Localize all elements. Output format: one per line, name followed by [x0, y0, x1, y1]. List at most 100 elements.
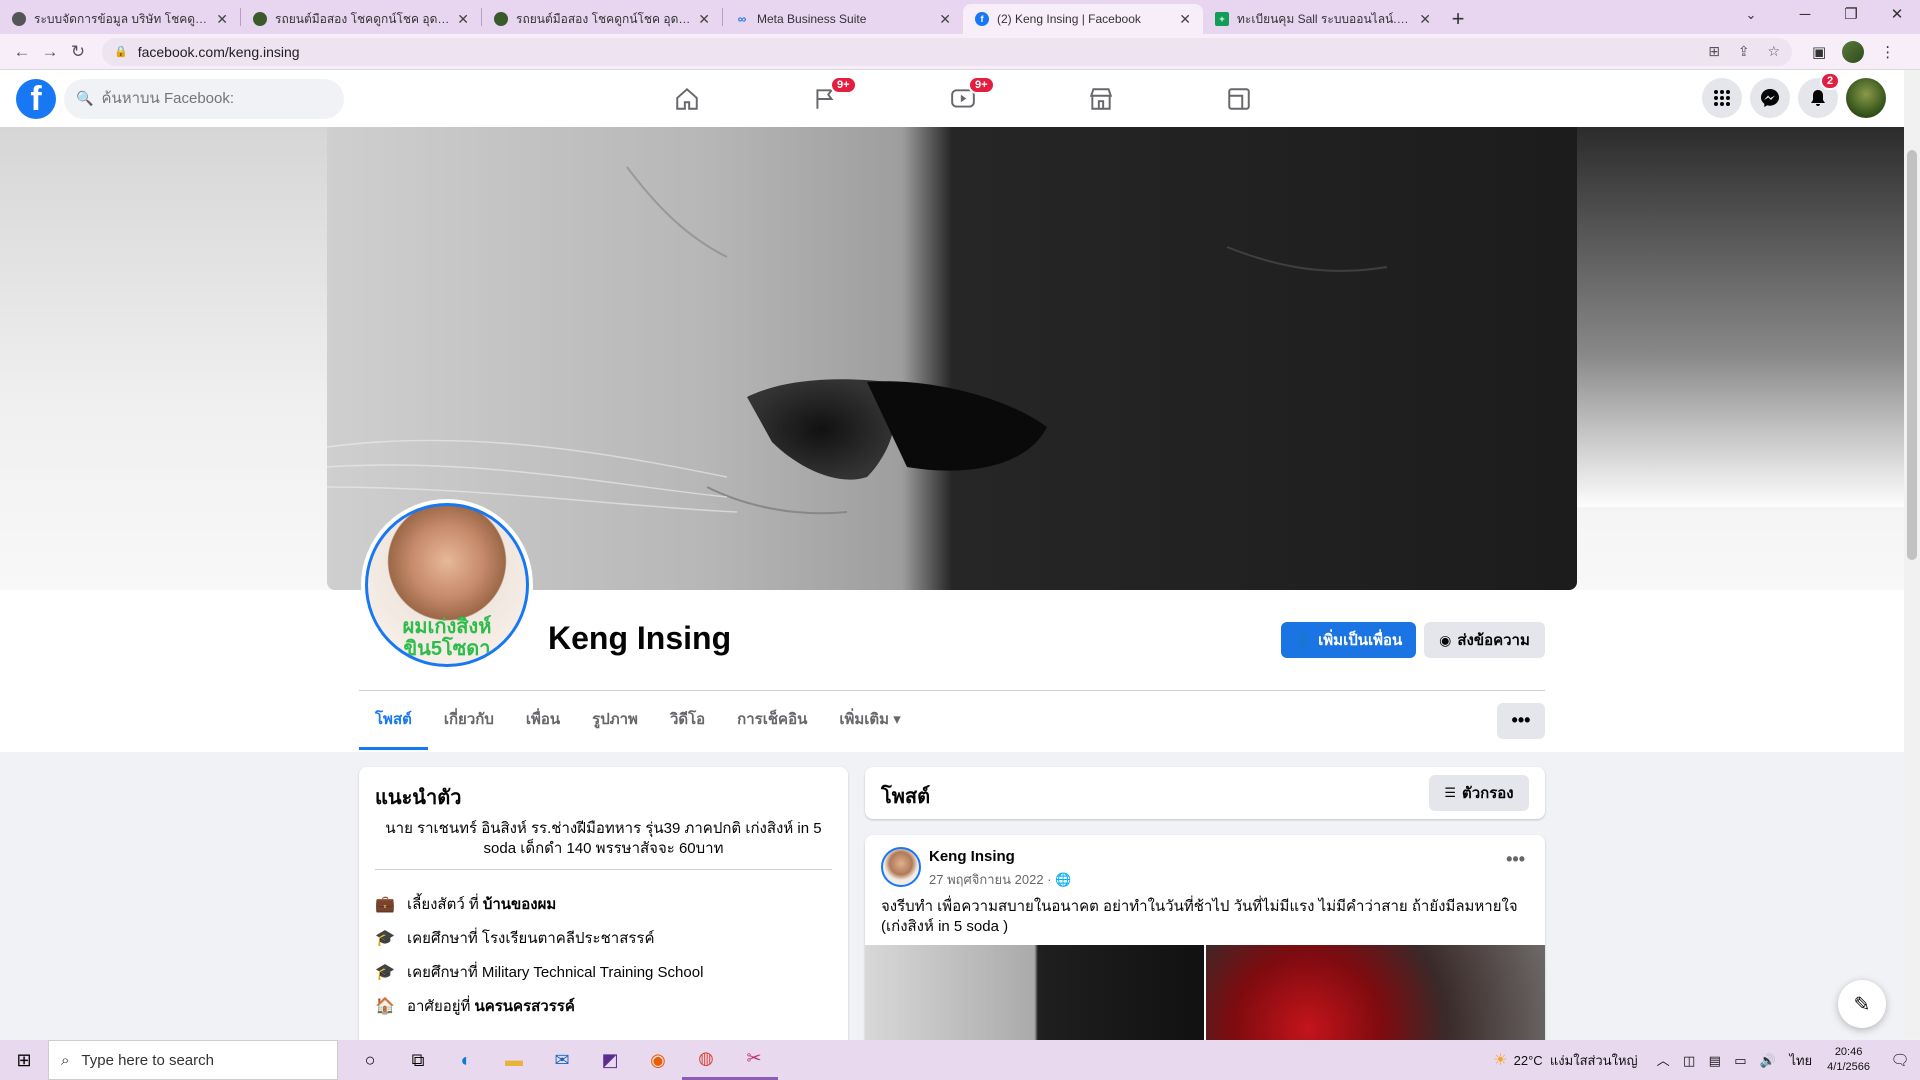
language-indicator[interactable]: ไทย [1789, 1053, 1812, 1068]
browser-menu-icon[interactable]: ⋮ [1880, 43, 1895, 61]
menu-grid-button[interactable] [1702, 78, 1742, 118]
minimize-icon[interactable]: ─ [1782, 0, 1828, 30]
edge-icon[interactable]: ◐ [442, 1040, 490, 1080]
cortana-icon[interactable]: ○ [346, 1040, 394, 1080]
restore-icon[interactable]: ❐ [1828, 0, 1874, 30]
close-icon[interactable]: ✕ [939, 11, 951, 28]
browser-tab[interactable]: ระบบจัดการข้อมูล บริษัท โชคดูกน์โชค ✕ [0, 4, 240, 34]
tab-search-icon[interactable]: ⌄ [1736, 0, 1766, 30]
intro-row: 💼 เลี้ยงสัตว์ ที่ บ้านของผม [375, 892, 556, 916]
profile-picture[interactable]: ผมเก่งสิงห์ ขิน5โซดา [361, 499, 533, 671]
visual-studio-icon[interactable]: ◩ [586, 1040, 634, 1080]
account-avatar[interactable] [1846, 78, 1886, 118]
search-input[interactable] [101, 90, 322, 107]
url-field[interactable]: 🔒 facebook.com/keng.insing ⊞ ⇪ ☆ [102, 37, 1792, 66]
browser-profile-avatar[interactable] [1842, 40, 1865, 63]
post-options-icon[interactable]: ••• [1506, 849, 1525, 870]
facebook-search[interactable]: 🔍 [64, 78, 344, 119]
message-button[interactable]: ◉ ส่งข้อความ [1424, 622, 1545, 658]
scrollbar-thumb[interactable] [1907, 150, 1917, 560]
tab-videos[interactable]: วิดีโอ [654, 692, 721, 750]
browser-tab[interactable]: ∞ Meta Business Suite ✕ [723, 4, 963, 34]
page-scrollbar[interactable] [1904, 70, 1920, 1038]
nav-pages[interactable]: 9+ [756, 70, 894, 127]
lock-icon[interactable]: 🔒 [114, 45, 128, 58]
lion-cover-image [327, 166, 1388, 515]
chrome-icon[interactable]: ◍ [682, 1040, 730, 1080]
system-tray: ☀ 22°C แง่มใสส่วนใหญ่ ︿ ◫ ▤ ▭ 🔊 ไทย 20:4… [1493, 1040, 1920, 1080]
post-author[interactable]: Keng Insing [929, 848, 1015, 865]
chevron-up-icon[interactable]: ︿ [1657, 1053, 1670, 1068]
search-icon: ⌕ [61, 1051, 70, 1069]
intro-row-link[interactable]: บ้านของผม [483, 892, 556, 916]
back-icon[interactable]: ← [8, 42, 36, 62]
graduation-cap-icon: 🎓 [375, 964, 395, 981]
translate-icon[interactable]: ⊞ [1708, 43, 1720, 59]
cover-photo[interactable] [327, 127, 1577, 590]
taskbar-search[interactable]: ⌕ Type here to search [48, 1040, 338, 1080]
network-icon[interactable]: ▤ [1709, 1053, 1721, 1068]
browser-tab[interactable]: + ทะเบียนคุม Sall ระบบออนไลน์.xlsx - G ✕ [1203, 4, 1443, 34]
add-friend-button[interactable]: 👤 เพิ่มเป็นเพื่อน [1281, 622, 1416, 658]
side-panel-icon[interactable]: ▣ [1812, 43, 1826, 61]
share-icon[interactable]: ⇪ [1738, 43, 1750, 59]
clock[interactable]: 20:46 4/1/2566 [1827, 1045, 1870, 1075]
sheets-favicon-icon: + [1215, 12, 1229, 26]
header-right: 2 [1694, 72, 1886, 118]
tab-about[interactable]: เกี่ยวกับ [428, 692, 510, 750]
close-icon[interactable]: ✕ [1419, 11, 1431, 28]
facebook-nav: 9+ 9+ [618, 70, 1308, 127]
new-message-button[interactable]: ✎ [1838, 980, 1886, 1028]
browser-tab[interactable]: รถยนต์มือสอง โชคดูกน์โชค อุดรธานี ✕ [482, 4, 722, 34]
tab-checkins[interactable]: การเช็คอิน [721, 692, 823, 750]
divider [375, 869, 832, 870]
task-view-icon[interactable]: ⧉ [394, 1040, 442, 1080]
nav-gaming[interactable] [1170, 70, 1308, 127]
filter-button[interactable]: ☰ ตัวกรอง [1429, 775, 1529, 811]
notifications-button[interactable]: 2 [1798, 72, 1841, 118]
site-favicon-icon [494, 12, 508, 26]
facebook-logo-icon[interactable]: f [16, 78, 56, 119]
display-icon[interactable]: ▭ [1734, 1053, 1746, 1068]
tab-friends[interactable]: เพื่อน [510, 692, 576, 750]
bell-icon [1811, 90, 1825, 106]
volume-icon[interactable]: 🔊 [1760, 1053, 1776, 1068]
weather-widget[interactable]: ☀ 22°C แง่มใสส่วนใหญ่ [1493, 1050, 1637, 1071]
profile-more-button[interactable]: ••• [1497, 703, 1545, 739]
nav-home[interactable] [618, 70, 756, 127]
intro-row-text: เลี้ยงสัตว์ ที่ [407, 896, 479, 913]
browser-tab[interactable]: รถยนต์มือสอง โชคดูกน์โชค อุดรธานี ✕ [241, 4, 481, 34]
weather-partly-cloudy-icon: ☀ [1493, 1052, 1508, 1069]
mail-icon[interactable]: ✉ [538, 1040, 586, 1080]
app-tray-icon[interactable]: ◫ [1683, 1053, 1695, 1068]
messenger-button[interactable] [1750, 78, 1790, 118]
post-author-avatar[interactable] [881, 847, 921, 887]
new-tab-button[interactable]: + [1443, 4, 1473, 34]
file-explorer-icon[interactable]: ▬ [490, 1040, 538, 1080]
firefox-icon[interactable]: ◉ [634, 1040, 682, 1080]
forward-icon[interactable]: → [36, 42, 64, 62]
close-icon[interactable]: ✕ [457, 11, 469, 28]
nav-watch[interactable]: 9+ [894, 70, 1032, 127]
facebook-favicon-icon: f [975, 12, 989, 26]
tab-more[interactable]: เพิ่มเติม ▾ [823, 692, 916, 750]
post-date[interactable]: 27 พฤศจิกายน 2022 [929, 872, 1044, 887]
intro-row-link[interactable]: นครนครสวรรค์ [474, 994, 574, 1018]
profile-name: Keng Insing [548, 620, 732, 656]
nav-marketplace[interactable] [1032, 70, 1170, 127]
tab-posts[interactable]: โพสต์ [359, 692, 428, 750]
posts-title: โพสต์ [881, 786, 931, 808]
bookmark-star-icon[interactable]: ☆ [1767, 43, 1780, 59]
intro-row-text: อาศัยอยู่ที่ [407, 998, 471, 1015]
close-window-icon[interactable]: ✕ [1874, 0, 1920, 30]
tab-photos[interactable]: รูปภาพ [576, 692, 654, 750]
windows-start-icon[interactable]: ⊞ [0, 1040, 48, 1080]
browser-tab-active[interactable]: f (2) Keng Insing | Facebook ✕ [963, 4, 1203, 34]
reload-icon[interactable]: ↻ [64, 42, 92, 62]
url-text[interactable]: facebook.com/keng.insing [138, 44, 1694, 60]
action-center-icon[interactable]: 🗨 [1880, 1051, 1920, 1069]
close-icon[interactable]: ✕ [1179, 11, 1191, 28]
close-icon[interactable]: ✕ [698, 11, 710, 28]
close-icon[interactable]: ✕ [216, 11, 228, 28]
snipping-tool-icon[interactable]: ✂ [730, 1040, 778, 1080]
